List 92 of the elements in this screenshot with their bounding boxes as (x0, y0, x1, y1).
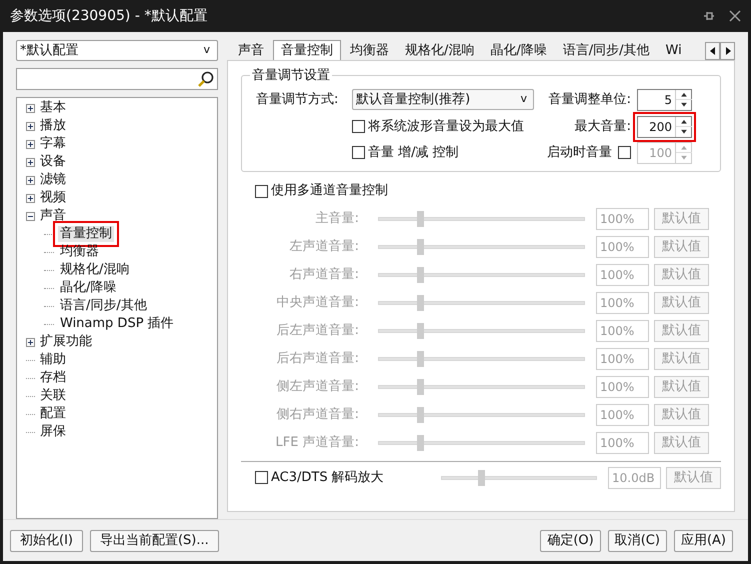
dropdown-caret: v (203, 42, 210, 58)
search-icon[interactable] (197, 70, 215, 88)
tab[interactable]: 语言/同步/其他 (556, 41, 657, 60)
tree-item[interactable]: 滤镜 (39, 172, 67, 188)
field-label: 启动时音量 (547, 144, 612, 162)
channel-label: 左声道音量: (288, 238, 359, 256)
slider-thumb[interactable] (417, 434, 424, 450)
tab-scroll-left[interactable] (705, 42, 720, 60)
slider-thumb[interactable] (417, 350, 424, 366)
tree-item[interactable]: 视频 (39, 190, 67, 206)
channel-label: 侧右声道音量: (276, 406, 359, 424)
tab[interactable]: 均衡器 (343, 41, 396, 60)
slider-thumb[interactable] (417, 294, 424, 310)
checkbox-label: 将系统波形音量设为最大值 (368, 118, 524, 136)
number-spinner[interactable]: 5 (637, 88, 692, 110)
tab[interactable]: 晶化/降噪 (483, 41, 554, 60)
mode-dropdown[interactable]: 默认音量控制(推荐) v (352, 89, 534, 110)
slider-thumb[interactable] (478, 470, 484, 486)
search-field[interactable] (16, 68, 218, 90)
slider-thumb[interactable] (417, 322, 424, 338)
channel-label: 右声道音量: (288, 266, 359, 284)
tree-item[interactable]: 基本 (39, 100, 67, 116)
checkbox[interactable] (255, 184, 268, 198)
footer-button[interactable]: 确定(O) (540, 530, 601, 552)
slider-thumb[interactable] (417, 406, 424, 422)
down-arrow-icon[interactable] (676, 126, 692, 136)
checkbox-label: 音量 增/减 控制 (368, 144, 459, 162)
footer-button[interactable]: 应用(A) (674, 530, 733, 552)
slider-thumb[interactable] (417, 266, 424, 282)
close-icon[interactable] (729, 10, 741, 22)
field-label: 音量调节方式: (256, 90, 340, 109)
slider-thumb[interactable] (417, 238, 424, 254)
tree-item[interactable]: 配置 (39, 406, 67, 422)
tab-scroll-right[interactable] (720, 42, 735, 60)
field-label: 最大音量: (574, 118, 631, 136)
tab[interactable]: 规格化/混响 (398, 41, 482, 60)
tree-item[interactable]: 声音 (39, 208, 67, 224)
checkbox[interactable] (255, 471, 268, 484)
footer-button[interactable]: 取消(C) (608, 530, 667, 552)
spinner-value: 200 (648, 118, 673, 136)
slider-thumb[interactable] (417, 210, 424, 226)
number-spinner[interactable]: 200 (637, 116, 692, 138)
expand-icon[interactable] (26, 194, 35, 202)
expand-icon[interactable] (26, 176, 35, 184)
tree-item[interactable]: 均衡器 (58, 244, 101, 260)
tree-item[interactable]: 关联 (39, 388, 67, 404)
tree-item[interactable]: 字幕 (39, 136, 67, 152)
left-arrow-icon (710, 47, 716, 55)
expand-icon[interactable] (26, 104, 35, 112)
channel-label: LFE 声道音量: (274, 434, 359, 452)
tab[interactable]: 音量控制 (273, 40, 341, 60)
group-title: 音量调节设置 (251, 67, 331, 85)
field-label: 音量调整单位: (548, 90, 631, 109)
window-title: 参数选项(230905) - *默认配置 (10, 6, 208, 26)
expand-icon[interactable] (26, 338, 35, 346)
checkbox[interactable] (618, 146, 631, 159)
checkbox[interactable] (352, 120, 365, 133)
tree-item[interactable]: 辅助 (39, 352, 67, 368)
collapse-icon[interactable] (26, 212, 35, 220)
slider-thumb[interactable] (417, 378, 424, 394)
down-arrow-icon[interactable] (676, 99, 692, 110)
pin-icon[interactable] (703, 10, 715, 22)
channel-label: 主音量: (314, 210, 359, 228)
footer-button[interactable]: 初始化(I) (10, 530, 83, 552)
channel-label: 中央声道音量: (276, 294, 359, 312)
channel-label: 侧左声道音量: (276, 378, 359, 396)
tree-item[interactable]: Winamp DSP 插件 (58, 316, 176, 332)
expand-icon[interactable] (26, 122, 35, 130)
checkbox-label: 使用多通道音量控制 (271, 182, 388, 200)
dropdown-caret: v (520, 91, 527, 108)
tree-item[interactable]: 播放 (39, 118, 67, 134)
spinner-value: 100 (648, 144, 673, 162)
right-arrow-icon (724, 47, 730, 55)
tree-item[interactable]: 设备 (39, 154, 67, 170)
tree-item[interactable]: 扩展功能 (39, 334, 93, 350)
expand-icon[interactable] (26, 140, 35, 148)
tree-item[interactable]: 晶化/降噪 (58, 280, 118, 296)
tree-item[interactable]: 音量控制 (58, 226, 114, 242)
expand-icon[interactable] (26, 158, 35, 166)
tab[interactable]: 声音 (231, 41, 271, 60)
tree-item[interactable]: 语言/同步/其他 (58, 298, 149, 314)
spinner-value: 5 (663, 92, 673, 108)
footer-button[interactable]: 导出当前配置(S)... (90, 530, 219, 552)
tree-item[interactable]: 屏保 (39, 424, 67, 440)
channel-label: 后左声道音量: (276, 322, 359, 340)
tab[interactable]: Wi (658, 41, 689, 60)
profile-dropdown[interactable]: *默认配置 v (16, 40, 218, 61)
tree-item[interactable]: 存档 (39, 370, 67, 386)
checkbox[interactable] (352, 146, 365, 159)
checkbox-label: AC3/DTS 解码放大 (271, 468, 384, 487)
channel-label: 后右声道音量: (276, 350, 359, 368)
tree-item[interactable]: 规格化/混响 (58, 262, 132, 278)
